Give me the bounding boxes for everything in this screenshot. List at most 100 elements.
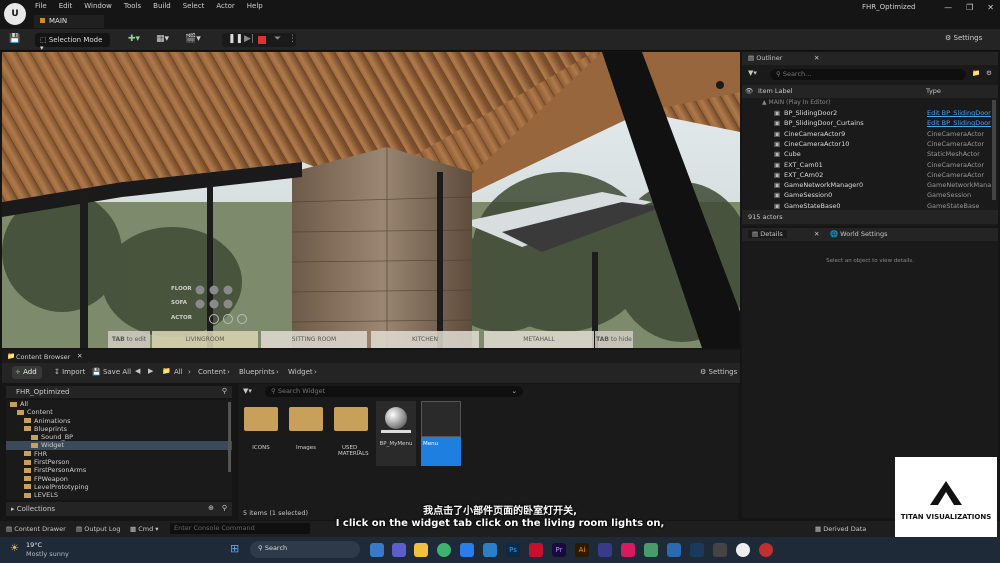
outliner-row[interactable]: ▣ GameSession0 GameSession	[742, 190, 996, 200]
outliner-close-icon[interactable]: ✕	[814, 54, 819, 62]
steam-icon[interactable]	[690, 543, 704, 557]
taskbar-search[interactable]: ⚲ Search	[250, 541, 360, 558]
cinematics-icon[interactable]: 🎬▾	[185, 34, 201, 44]
tree-item[interactable]: Content	[6, 408, 232, 416]
add-folder-icon[interactable]: 📁	[972, 69, 980, 77]
step-icon[interactable]: ▶|	[244, 34, 254, 44]
tab-world-settings[interactable]: 🌐 World Settings	[830, 230, 888, 238]
tab-sitting-room[interactable]: SITTING ROOM	[261, 331, 367, 348]
column-type[interactable]: Type	[926, 87, 941, 95]
app4-icon[interactable]	[713, 543, 727, 557]
menu-window[interactable]: Window	[84, 2, 112, 10]
weather-desc[interactable]: Mostly sunny	[26, 550, 69, 558]
folder-nav-icon[interactable]: 📁	[162, 367, 171, 375]
outliner-row-type[interactable]: Edit BP_SlidingDoor2	[927, 108, 991, 118]
windows-start-icon[interactable]: ⊞	[230, 542, 239, 555]
pause-icon[interactable]: ❚❚	[228, 34, 243, 44]
tree-item[interactable]: All	[6, 400, 232, 408]
menu-build[interactable]: Build	[153, 2, 171, 10]
filter-icon[interactable]: ▼▾	[243, 387, 252, 395]
tree-item[interactable]: Blueprints	[6, 425, 232, 433]
visibility-icon[interactable]: 👁	[745, 87, 753, 95]
indesign-icon[interactable]	[529, 543, 543, 557]
teams-icon[interactable]	[392, 543, 406, 557]
content-browser-close-icon[interactable]: ✕	[77, 352, 82, 360]
premiere-icon[interactable]: Pr	[552, 543, 566, 557]
asset-bp-mymenu[interactable]: BP_MyMenu	[376, 401, 416, 466]
breadcrumb-blueprints[interactable]: Blueprints	[239, 368, 275, 376]
eject-icon[interactable]: ⏷	[274, 34, 281, 44]
outliner-row[interactable]: ▣ GameStateBase0 GameStateBase	[742, 201, 996, 211]
stop-icon[interactable]	[258, 36, 266, 44]
outliner-row[interactable]: ▣ Cube StaticMeshActor	[742, 149, 996, 159]
add-button[interactable]: + Add	[12, 366, 42, 379]
tree-item[interactable]: Animations	[6, 417, 232, 425]
forward-icon[interactable]: ▶	[148, 367, 153, 375]
cb-settings-button[interactable]: ⚙ Settings	[700, 368, 737, 376]
breadcrumb-all[interactable]: All	[174, 368, 183, 376]
tree-item[interactable]: Widget	[6, 441, 232, 450]
save-icon[interactable]: 💾	[9, 34, 20, 44]
outliner-row-type[interactable]: Edit BP_SlidingDoor_	[927, 118, 991, 128]
settings-button[interactable]: ⚙ Settings	[945, 34, 982, 42]
outliner-row[interactable]: ▣ EXT_Cam01 CineCameraActor	[742, 160, 996, 170]
menu-select[interactable]: Select	[183, 2, 205, 10]
asset-folder-images[interactable]: Images	[286, 401, 326, 466]
search-input[interactable]: ⚲ Search Widget ⌄	[265, 386, 523, 397]
import-button[interactable]: ↧ Import	[54, 368, 85, 376]
tab-livingroom[interactable]: LIVINGROOM	[152, 331, 258, 348]
menu-edit[interactable]: Edit	[59, 2, 73, 10]
menu-actor[interactable]: Actor	[216, 2, 234, 10]
acrobat-icon[interactable]	[621, 543, 635, 557]
outliner-row[interactable]: ▣ CineCameraActor9 CineCameraActor	[742, 129, 996, 139]
weather-temp[interactable]: 19°C	[26, 541, 42, 549]
app3-icon[interactable]	[667, 543, 681, 557]
level-viewport[interactable]: FLOOR SOFA ACTOR	[2, 52, 740, 348]
outliner-row[interactable]: ▣ BP_SlidingDoor2 Edit BP_SlidingDoor2	[742, 108, 996, 118]
mail-icon[interactable]	[483, 543, 497, 557]
tab-metahall[interactable]: METAHALL	[484, 331, 594, 348]
gear-icon[interactable]: ⚙	[986, 69, 992, 77]
menu-help[interactable]: Help	[247, 2, 263, 10]
selection-mode-dropdown[interactable]: ⬚ Selection Mode ▾	[35, 33, 110, 52]
chrome-icon[interactable]	[437, 543, 451, 557]
menu-file[interactable]: File	[35, 2, 47, 10]
app2-icon[interactable]	[644, 543, 658, 557]
blueprint-icon[interactable]: ▦▾	[156, 34, 169, 44]
minimize-icon[interactable]: —	[944, 3, 952, 12]
save-all-button[interactable]: 💾 Save All	[92, 368, 131, 376]
level-tab[interactable]: MAIN	[34, 15, 104, 28]
outliner-row[interactable]: ▣ GameNetworkManager0 GameNetworkManag	[742, 180, 996, 190]
asset-folder-icons[interactable]: ICONS	[241, 401, 281, 466]
breadcrumb-widget[interactable]: Widget	[288, 368, 313, 376]
photoshop-icon[interactable]: Ps	[506, 543, 520, 557]
tab-details[interactable]: ▤ Details	[748, 230, 787, 238]
filter-icon[interactable]: ▼▾	[748, 69, 757, 77]
explorer-icon[interactable]	[414, 543, 428, 557]
tree-item[interactable]: LEVELS	[6, 491, 232, 499]
app5-icon[interactable]	[759, 543, 773, 557]
asset-menu-widget[interactable]: Menu	[421, 401, 461, 466]
details-close-icon[interactable]: ✕	[814, 230, 819, 238]
unreal-taskbar-icon[interactable]	[736, 543, 750, 557]
search-icon[interactable]: ⚲	[222, 387, 227, 395]
app-icon[interactable]	[598, 543, 612, 557]
tree-item[interactable]: FirstPerson	[6, 458, 232, 466]
tree-item[interactable]: FPWeapon	[6, 475, 232, 483]
outliner-row[interactable]: ▣ CineCameraActor10 CineCameraActor	[742, 139, 996, 149]
more-icon[interactable]: ⋮	[288, 34, 297, 44]
tree-item[interactable]: Sound_BP	[6, 433, 232, 441]
maximize-icon[interactable]: ❐	[966, 3, 973, 12]
back-icon[interactable]: ◀	[135, 367, 140, 375]
illustrator-icon[interactable]: Ai	[575, 543, 589, 557]
tab-kitchen[interactable]: KITCHEN	[371, 331, 479, 348]
taskview-icon[interactable]	[370, 543, 384, 557]
edge-icon[interactable]	[460, 543, 474, 557]
column-item-label[interactable]: Item Label	[758, 87, 792, 95]
tree-item[interactable]: FirstPersonArms	[6, 466, 232, 474]
add-actor-icon[interactable]: ✚▾	[128, 34, 140, 44]
outliner-root[interactable]: ▲ MAIN (Play In Editor)	[762, 99, 830, 106]
outliner-search-input[interactable]: ⚲ Search...	[770, 69, 966, 80]
close-icon[interactable]: ✕	[987, 3, 994, 12]
tree-scrollbar[interactable]	[228, 402, 231, 472]
